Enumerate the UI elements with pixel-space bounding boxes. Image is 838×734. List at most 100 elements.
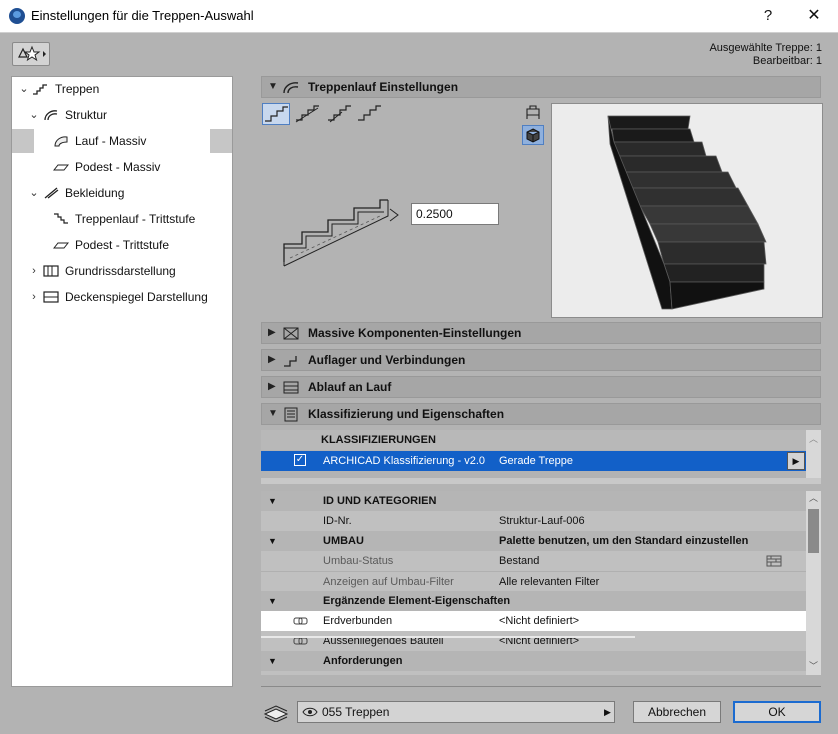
section-treppenlauf-einstellungen[interactable]: ▼ Treppenlauf Einstellungen [261, 76, 821, 98]
tree-item-deckenspiegel[interactable]: › Deckenspiegel Darstellung [12, 285, 232, 309]
landing-tread-icon [53, 242, 69, 249]
property-group-title: Ergänzende Element-Eigenschaften [323, 595, 511, 607]
flight-settings-icon [283, 82, 299, 94]
tree-item-treppen[interactable]: ⌄ Treppen [12, 77, 232, 101]
chevron-right-icon[interactable]: › [28, 285, 40, 309]
scroll-thumb[interactable] [808, 509, 819, 553]
plan-view-icon [526, 105, 540, 119]
stair-section-diagram [283, 199, 389, 267]
section-klassifizierung[interactable]: ▼ Klassifizierung und Eigenschaften [261, 403, 821, 425]
renovation-palette-icon[interactable] [766, 555, 782, 567]
preview-3d-button[interactable] [522, 125, 544, 145]
property-value[interactable]: Alle relevanten Filter [499, 572, 599, 592]
classification-row[interactable]: ✓ ARCHICAD Klassifizierung - v2.0 Gerade… [261, 451, 806, 471]
link-chain-icon [293, 637, 308, 645]
property-value[interactable]: <Nicht definiert> [499, 631, 579, 651]
classification-scrollbar[interactable]: ︿ [806, 430, 821, 478]
tree-item-label: Treppenlauf - Trittstufe [75, 212, 196, 226]
property-row-id[interactable]: ID-Nr. Struktur-Lauf-006 [261, 511, 806, 531]
close-button[interactable]: ✕ [800, 5, 828, 27]
section-auflager[interactable]: ▶ Auflager und Verbindungen [261, 349, 821, 371]
favorites-button[interactable] [12, 42, 50, 66]
floorplan-icon [43, 265, 59, 277]
property-row-umbau-status[interactable]: Umbau-Status Bestand [261, 551, 806, 571]
section-title: Auflager und Verbindungen [308, 353, 466, 367]
classification-header-row: KLASSIFIZIERUNGEN [261, 430, 806, 450]
chevron-right-icon: ▶ [268, 327, 276, 338]
property-group-title: Anforderungen [323, 655, 403, 667]
cancel-button[interactable]: Abbrechen [633, 701, 721, 723]
property-group-title: ID UND KATEGORIEN [323, 495, 437, 507]
supports-icon [284, 356, 297, 367]
flight-solid-icon [54, 136, 68, 147]
chevron-down-icon: ▼ [268, 656, 277, 666]
chevron-right-icon[interactable]: › [28, 259, 40, 283]
structure-icon [44, 110, 58, 121]
stair-profile-icon [358, 105, 381, 121]
chevron-down-icon: ▼ [268, 408, 278, 419]
dimension-marker-icon [389, 208, 399, 222]
property-value[interactable]: <Nicht definiert> [499, 611, 579, 631]
scroll-down-icon[interactable]: ﹀ [809, 659, 818, 672]
property-group-id[interactable]: ▼ ID UND KATEGORIEN [261, 491, 806, 511]
properties-scrollbar[interactable]: ︿ ﹀ [806, 491, 821, 675]
selection-info: Ausgewählte Treppe: 1 Bearbeitbar: 1 [709, 42, 822, 68]
landing-solid-icon [53, 164, 69, 171]
tree-item-struktur[interactable]: ⌄ Struktur [12, 103, 232, 127]
chevron-down-icon: ▼ [268, 81, 278, 92]
tree-item-bekleidung[interactable]: ⌄ Bekleidung [12, 181, 232, 205]
property-label: ID-Nr. [323, 515, 352, 527]
tree-item-label: Lauf - Massiv [75, 134, 147, 148]
tree-item-label: Struktur [65, 108, 108, 122]
solid-components-icon [283, 327, 299, 340]
chevron-down-icon[interactable]: ⌄ [28, 103, 40, 127]
chevron-down-icon: ▼ [268, 596, 277, 606]
layer-dropdown[interactable]: 055 Treppen ▶ [297, 701, 615, 723]
stair-profile-icon [265, 106, 288, 122]
stair-icon [33, 84, 47, 95]
stair-type-button-1[interactable] [262, 103, 290, 125]
layer-name: 055 Treppen [322, 705, 390, 719]
preview-plan-button[interactable] [522, 103, 544, 123]
eye-icon [302, 707, 318, 717]
property-group-anforderungen[interactable]: ▼ Anforderungen [261, 651, 806, 671]
tree-item-podest-trittstufe[interactable]: Podest - Trittstufe [12, 233, 232, 257]
properties-table: ▼ ID UND KATEGORIEN ID-Nr. Struktur-Lauf… [261, 491, 806, 675]
scroll-up-icon[interactable]: ︿ [809, 432, 818, 445]
property-value[interactable]: Bestand [499, 551, 539, 571]
property-group-ergaenzende[interactable]: ▼ Ergänzende Element-Eigenschaften [261, 591, 806, 611]
property-row-umbau-filter[interactable]: Anzeigen auf Umbau-Filter Alle relevante… [261, 571, 806, 592]
property-row-erdverbunden[interactable]: Erdverbunden <Nicht definiert> [261, 611, 806, 631]
property-value[interactable]: Struktur-Lauf-006 [499, 511, 585, 531]
ok-button[interactable]: OK [733, 701, 821, 723]
tree-item-grundrissdarstellung[interactable]: › Grundrissdarstellung [12, 259, 232, 283]
stair-type-button-3[interactable] [326, 103, 354, 125]
property-row-aussenliegend[interactable]: Aussenliegendes Bauteil <Nicht definiert… [261, 631, 806, 651]
scroll-up-icon[interactable]: ︿ [809, 491, 818, 504]
property-group-umbau[interactable]: ▼ UMBAU Palette benutzen, um den Standar… [261, 531, 806, 551]
stair-type-button-2[interactable] [294, 103, 322, 125]
ceiling-plan-icon [43, 291, 59, 303]
selected-count: Ausgewählte Treppe: 1 [709, 42, 822, 54]
property-label: Umbau-Status [323, 555, 394, 567]
tree-item-treppenlauf-trittstufe[interactable]: Treppenlauf - Trittstufe [12, 207, 232, 231]
classification-dropdown-arrow[interactable]: ▶ [787, 452, 805, 470]
classification-checkbox[interactable]: ✓ [294, 454, 306, 466]
classification-header: KLASSIFIZIERUNGEN [321, 434, 436, 446]
chevron-down-icon[interactable]: ⌄ [28, 181, 40, 205]
section-title: Treppenlauf Einstellungen [308, 80, 459, 94]
dropdown-arrow-icon: ▶ [604, 707, 611, 717]
stair-3d-preview[interactable] [551, 103, 823, 318]
section-massive-komponenten[interactable]: ▶ Massive Komponenten-Einstellungen [261, 322, 821, 344]
stair-profile-icon [295, 105, 319, 123]
section-ablauf[interactable]: ▶ Ablauf an Lauf [261, 376, 821, 398]
property-label: Anzeigen auf Umbau-Filter [323, 576, 454, 588]
chevron-down-icon[interactable]: ⌄ [18, 77, 30, 101]
section-title: Massive Komponenten-Einstellungen [308, 326, 522, 340]
classification-value[interactable]: Gerade Treppe [499, 451, 573, 471]
archicad-logo-icon [9, 8, 25, 24]
chevron-down-icon: ▼ [268, 496, 277, 506]
flight-thickness-input[interactable]: 0.2500 [411, 203, 499, 225]
stair-type-button-4[interactable] [356, 103, 384, 125]
help-button[interactable]: ? [756, 5, 780, 27]
